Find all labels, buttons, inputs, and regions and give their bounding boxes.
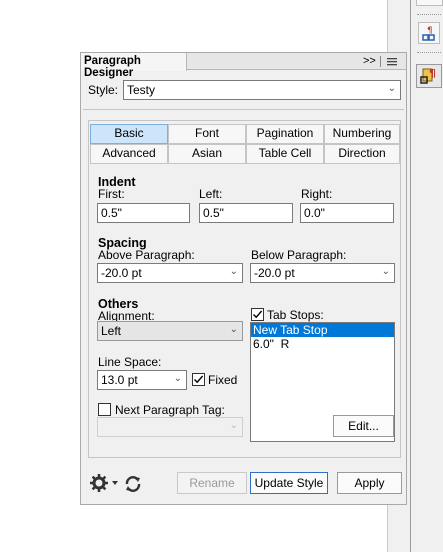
tab-numbering[interactable]: Numbering <box>324 124 400 144</box>
first-indent-field[interactable]: 0.5" <box>97 203 190 223</box>
below-paragraph-label: Below Paragraph: <box>251 248 347 262</box>
chevron-down-icon: ⌄ <box>229 266 238 277</box>
panel-menu-icon[interactable] <box>386 56 398 67</box>
right-indent-field[interactable]: 0.0" <box>300 203 394 223</box>
next-paragraph-tag-select[interactable]: ⌄ <box>97 417 243 437</box>
update-style-button[interactable]: Update Style <box>250 472 328 494</box>
strip-divider <box>410 0 411 552</box>
style-label: Style: <box>88 83 119 97</box>
alignment-select[interactable]: Left ⌄ <box>97 321 243 341</box>
line-space-select[interactable]: 13.0 pt ⌄ <box>97 370 187 390</box>
tab-asian[interactable]: Asian <box>168 144 246 164</box>
svg-text:¶: ¶ <box>429 67 436 80</box>
tab-stops-label: Tab Stops: <box>267 308 324 322</box>
tab-stops-checkbox[interactable] <box>251 308 264 321</box>
above-paragraph-value: -20.0 pt <box>101 266 142 280</box>
style-value: Testy <box>127 83 156 97</box>
above-paragraph-label: Above Paragraph: <box>98 248 195 262</box>
chevron-down-icon: ⌄ <box>381 266 390 277</box>
gear-icon <box>90 474 108 492</box>
tab-advanced[interactable]: Advanced <box>90 144 168 164</box>
chevron-down-icon: ⌄ <box>387 83 396 94</box>
below-paragraph-select[interactable]: -20.0 pt ⌄ <box>250 263 395 283</box>
panel-title-tab[interactable]: Paragraph Designer <box>81 53 187 79</box>
fixed-label: Fixed <box>208 373 238 387</box>
chevron-down-icon: ⌄ <box>173 373 182 384</box>
edit-tab-stops-button[interactable]: Edit... <box>333 415 394 437</box>
chevron-down-icon: ⌄ <box>229 420 238 431</box>
docked-panel-icon-top[interactable] <box>416 0 443 6</box>
grip-icon <box>417 14 441 17</box>
paragraph-designer-panel: Paragraph Designer >> Style: Testy ⌄ Bas… <box>80 52 407 505</box>
line-space-value: 13.0 pt <box>101 373 138 387</box>
style-select[interactable]: Testy ⌄ <box>123 80 401 100</box>
next-paragraph-tag-label: Next Paragraph Tag: <box>115 403 225 417</box>
left-indent-field[interactable]: 0.5" <box>199 203 293 223</box>
tab-pagination[interactable]: Pagination <box>246 124 324 144</box>
paragraph-catalog-icon[interactable]: ¶ <box>418 22 440 44</box>
tab-table-cell[interactable]: Table Cell <box>246 144 324 164</box>
left-indent-label: Left: <box>199 187 223 201</box>
alignment-value: Left <box>101 324 122 338</box>
tab-font[interactable]: Font <box>168 124 246 144</box>
line-space-label: Line Space: <box>98 355 162 369</box>
chevron-down-icon: ⌄ <box>229 324 238 335</box>
next-paragraph-tag-checkbox[interactable] <box>98 403 111 416</box>
style-divider <box>83 109 404 110</box>
paragraph-designer-icon[interactable]: ¶ <box>416 64 442 88</box>
tab-bar-divider <box>380 56 381 67</box>
above-paragraph-select[interactable]: -20.0 pt ⌄ <box>97 263 243 283</box>
expand-button[interactable]: >> <box>363 55 376 67</box>
right-indent-label: Right: <box>301 187 333 201</box>
tab-basic[interactable]: Basic <box>90 124 168 144</box>
refresh-icon[interactable] <box>123 474 143 494</box>
rename-button[interactable]: Rename <box>177 472 247 494</box>
first-indent-label: First: <box>98 187 125 201</box>
settings-menu-button[interactable] <box>88 472 121 494</box>
below-paragraph-value: -20.0 pt <box>254 266 295 280</box>
fixed-checkbox[interactable] <box>192 373 205 386</box>
list-item[interactable]: New Tab Stop <box>251 323 394 337</box>
list-item[interactable]: 6.0" R <box>251 337 394 351</box>
apply-button[interactable]: Apply <box>337 472 402 494</box>
tab-direction[interactable]: Direction <box>324 144 400 164</box>
grip-icon <box>417 52 441 55</box>
